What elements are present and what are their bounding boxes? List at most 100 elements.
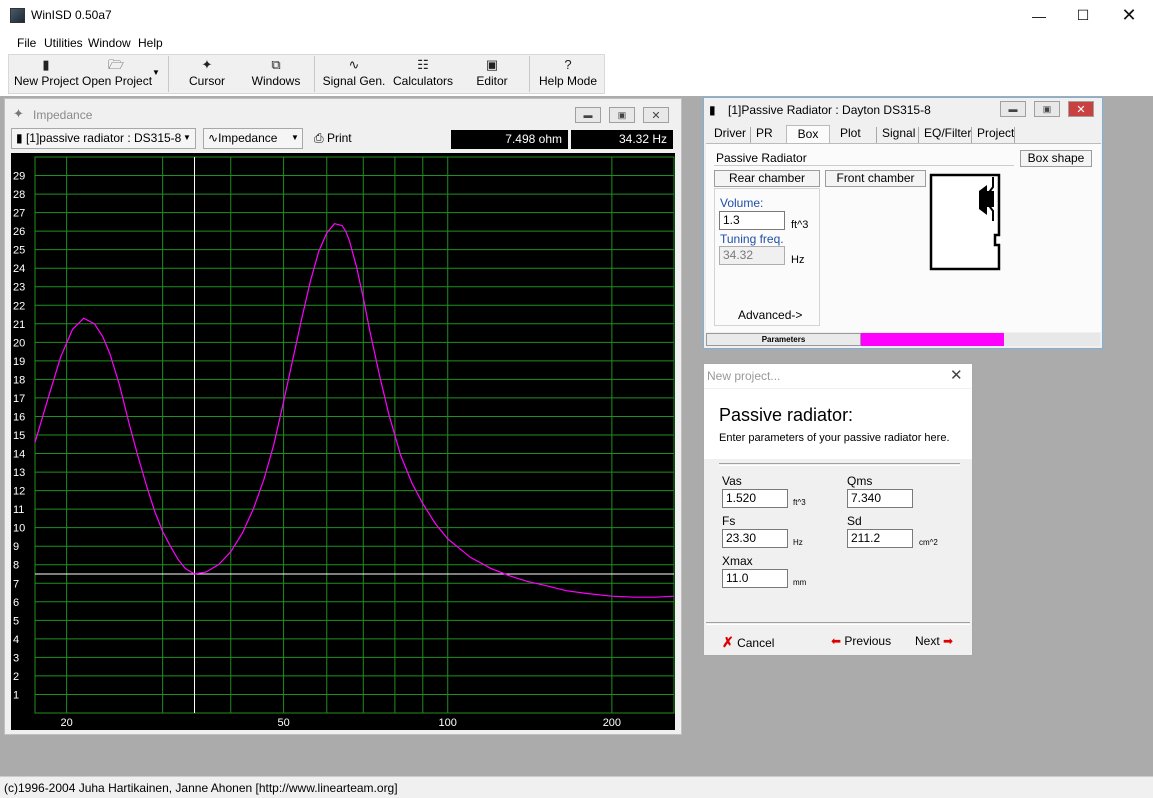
cursor-button[interactable]: ✦ Cursor (182, 56, 232, 92)
toolbar-separator (168, 56, 169, 92)
dialog-footer-divider (706, 622, 970, 625)
tab-plot[interactable]: Plot (837, 125, 864, 143)
print-button[interactable]: ⎙ Print (314, 131, 352, 146)
volume-input[interactable]: 1.3 (719, 211, 785, 230)
new-project-button[interactable]: ▮ New Project (14, 56, 79, 92)
xmax-input[interactable]: 11.0 (722, 569, 788, 588)
pr-minimize-button[interactable]: ▬ (1000, 101, 1026, 117)
front-chamber-button[interactable]: Front chamber (825, 170, 926, 187)
signal-gen-button[interactable]: ∿ Signal Gen. (322, 56, 386, 92)
folder-icon: 🗁 (107, 57, 125, 72)
open-project-label: Open Project (82, 74, 153, 88)
qms-label: Qms (847, 474, 873, 488)
menu-utilities[interactable]: Utilities (44, 36, 83, 50)
help-mode-button[interactable]: ? Help Mode (538, 56, 598, 92)
tab-eq-filter[interactable]: EQ/Filter (921, 125, 974, 143)
editor-label: Editor (476, 74, 508, 88)
y-tick-label: 14 (13, 449, 25, 461)
plot-type-combo[interactable]: ∿Impedance (203, 128, 303, 149)
x-tick-label: 200 (603, 717, 621, 729)
pr-close-button[interactable]: ✕ (1068, 101, 1094, 117)
minimize-button[interactable]: — (1016, 0, 1062, 31)
fs-input[interactable]: 23.30 (722, 529, 788, 548)
impedance-maximize-button[interactable]: ▣ (609, 107, 635, 123)
y-tick-label: 10 (13, 523, 25, 535)
tab-separator (971, 127, 972, 143)
box-shape-diagram (929, 173, 1001, 271)
pr-window-icon: ▮ (709, 103, 716, 117)
y-tick-label: 5 (13, 615, 19, 627)
tuning-freq-input[interactable]: 34.32 (719, 246, 785, 265)
parameters-label: Parameters (706, 333, 861, 346)
cancel-button[interactable]: ✗ Cancel (722, 634, 774, 651)
impedance-window-title: Impedance (33, 108, 93, 122)
impedance-chart[interactable]: 1234567891011121314151617181920212223242… (11, 153, 675, 730)
menu-file[interactable]: File (17, 36, 36, 50)
app-title: WinISD 0.50a7 (31, 8, 112, 22)
calculators-label: Calculators (392, 74, 454, 88)
tab-signal[interactable]: Signal (879, 125, 918, 143)
impedance-close-button[interactable]: ✕ (643, 107, 669, 123)
plot-combo-chevron-down-icon[interactable]: ▼ (291, 133, 299, 142)
y-tick-label: 25 (13, 245, 25, 257)
sd-input[interactable]: 211.2 (847, 529, 913, 548)
y-tick-label: 12 (13, 486, 25, 498)
y-tick-label: 18 (13, 374, 25, 386)
tab-box[interactable]: Box (786, 125, 830, 143)
tab-project[interactable]: Project (974, 125, 1017, 143)
fs-unit: Hz (793, 538, 803, 547)
next-button[interactable]: Next ➡ (915, 634, 953, 648)
y-tick-label: 15 (13, 430, 25, 442)
impedance-series-line (34, 223, 675, 598)
previous-label: Previous (844, 634, 892, 648)
tab-separator (1014, 127, 1015, 143)
previous-button[interactable]: ⬅ Previous (831, 634, 891, 648)
xmax-label: Xmax (722, 554, 753, 568)
dialog-close-icon[interactable]: ✕ (950, 366, 963, 384)
maximize-button[interactable]: ☐ (1060, 0, 1106, 31)
pr-maximize-button[interactable]: ▣ (1034, 101, 1060, 117)
tab-driver[interactable]: Driver (711, 125, 749, 143)
editor-button[interactable]: ▣ Editor (470, 56, 514, 92)
project-icon: ▮ (16, 131, 26, 145)
y-tick-label: 9 (13, 541, 19, 553)
x-tick-label: 100 (439, 717, 457, 729)
crosshair-icon: ✦ (201, 57, 213, 72)
advanced-button[interactable]: Advanced-> (738, 308, 802, 322)
box-shape-button[interactable]: Box shape (1020, 150, 1092, 167)
y-tick-label: 22 (13, 300, 25, 312)
calculators-button[interactable]: ☷ Calculators (392, 56, 454, 92)
y-tick-label: 8 (13, 560, 19, 572)
rear-chamber-button[interactable]: Rear chamber (714, 170, 820, 187)
parameters-progress-fill (861, 333, 1005, 346)
y-tick-label: 24 (13, 263, 25, 275)
menu-help[interactable]: Help (138, 36, 163, 50)
impedance-minimize-button[interactable]: ▬ (575, 107, 601, 123)
speaker-icon: ▣ (485, 57, 499, 72)
open-project-button[interactable]: 🗁 Open Project (82, 56, 153, 92)
tab-pr[interactable]: PR (753, 125, 776, 143)
cursor-label: Cursor (188, 74, 225, 88)
vas-label: Vas (722, 474, 742, 488)
project-combo-chevron-down-icon[interactable]: ▼ (183, 133, 191, 142)
cancel-x-icon: ✗ (722, 634, 734, 650)
x-tick-label: 50 (277, 717, 289, 729)
y-tick-label: 3 (13, 652, 19, 664)
open-project-dropdown-icon[interactable]: ▼ (152, 68, 160, 77)
tuning-freq-label: Tuning freq. (720, 232, 784, 246)
qms-input[interactable]: 7.340 (847, 489, 913, 508)
tab-separator (750, 127, 751, 143)
close-button[interactable]: ✕ (1106, 0, 1152, 31)
y-tick-label: 26 (13, 226, 25, 238)
y-tick-label: 13 (13, 467, 25, 479)
title-bar (0, 0, 1153, 31)
windows-button[interactable]: ⧉ Windows (248, 56, 304, 92)
impedance-readout: 7.498 ohm (451, 130, 568, 149)
cancel-label: Cancel (737, 636, 775, 650)
menu-window[interactable]: Window (88, 36, 131, 50)
box-type-select[interactable]: Passive Radiator (714, 150, 1014, 166)
new-project-label: New Project (14, 74, 79, 88)
project-combo[interactable]: ▮ [1]passive radiator : DS315-8 (11, 128, 196, 149)
y-tick-label: 29 (13, 171, 25, 183)
vas-input[interactable]: 1.520 (722, 489, 788, 508)
